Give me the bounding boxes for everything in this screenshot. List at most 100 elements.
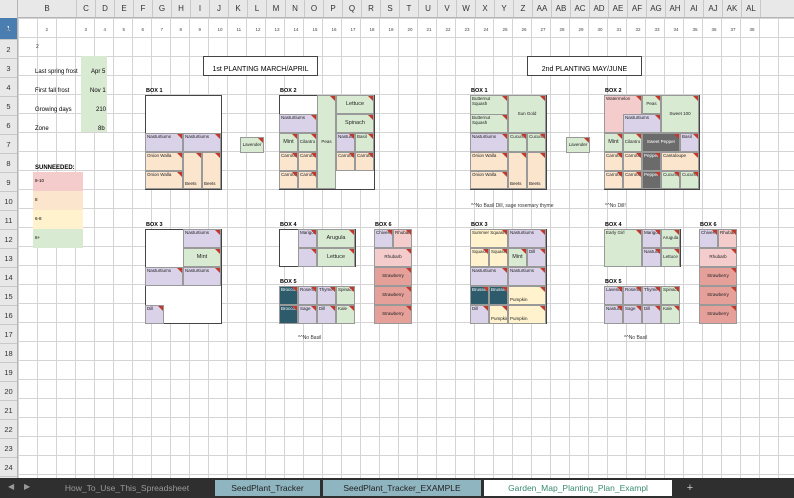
brussels-cell: Brussels xyxy=(489,286,508,305)
row-header-13[interactable]: 13 xyxy=(0,249,17,268)
column-header-AJ[interactable]: AJ xyxy=(704,0,723,17)
column-header-I[interactable]: I xyxy=(191,0,210,17)
column-header-AE[interactable]: AE xyxy=(609,0,628,17)
tab-how-to-use[interactable]: How_To_Use_This_Spreadsheet xyxy=(42,480,212,496)
row-header-11[interactable]: 11 xyxy=(0,211,17,230)
row-header-17[interactable]: 17 xyxy=(0,325,17,344)
p2-box2-note: ^^No Dill! xyxy=(605,203,626,209)
nasturtiums-cell: Nasturtiums xyxy=(604,305,623,324)
carrots-cell: Carrots xyxy=(604,152,623,171)
column-header-N[interactable]: N xyxy=(286,0,305,17)
row1-number: 35 xyxy=(692,27,698,32)
column-header-Q[interactable]: Q xyxy=(343,0,362,17)
row-headers: 1234567891011121314151617181920212223242… xyxy=(0,0,18,478)
column-header-AH[interactable]: AH xyxy=(666,0,685,17)
column-header-E[interactable]: E xyxy=(115,0,134,17)
column-header-AD[interactable]: AD xyxy=(590,0,609,17)
row-header-20[interactable]: 20 xyxy=(0,382,17,401)
column-header-V[interactable]: V xyxy=(438,0,457,17)
column-header-AI[interactable]: AI xyxy=(685,0,704,17)
row-header-18[interactable]: 18 xyxy=(0,344,17,363)
cilantro-cell: Cilantro xyxy=(623,133,642,152)
column-header-AL[interactable]: AL xyxy=(742,0,761,17)
tab-garden-map[interactable]: Garden_Map_Planting_Plan_Exampl xyxy=(484,480,672,496)
row-header-23[interactable]: 23 xyxy=(0,439,17,458)
column-header-O[interactable]: O xyxy=(305,0,324,17)
mint-cell: Mint xyxy=(183,248,221,267)
column-header-AA[interactable]: AA xyxy=(533,0,552,17)
column-header-AK[interactable]: AK xyxy=(723,0,742,17)
column-header-AF[interactable]: AF xyxy=(628,0,647,17)
basil-cell: Basil xyxy=(680,133,699,152)
tab-seedplant-tracker[interactable]: SeedPlant_Tracker xyxy=(215,480,320,496)
row-header-2[interactable]: 2 xyxy=(0,40,17,59)
onion-cell: Onion Walla xyxy=(470,171,508,189)
row-header-19[interactable]: 19 xyxy=(0,363,17,382)
column-header-B[interactable]: B xyxy=(18,0,77,17)
column-header-C[interactable]: C xyxy=(77,0,96,17)
column-header-L[interactable]: L xyxy=(248,0,267,17)
scroll-left-icon[interactable]: ◀ xyxy=(8,482,14,491)
column-header-K[interactable]: K xyxy=(229,0,248,17)
column-header-AG[interactable]: AG xyxy=(647,0,666,17)
onion-cell: Onion Walla xyxy=(145,171,183,189)
spreadsheet-grid[interactable]: ABCDEFGHIJKLMNOPQRSTUVWXYZAAABACADAEAFAG… xyxy=(0,0,794,478)
row-header-4[interactable]: 4 xyxy=(0,78,17,97)
rosemary-cell: Rosemary xyxy=(298,286,317,305)
row-header-12[interactable]: 12 xyxy=(0,230,17,249)
carrots-cell: Carrots xyxy=(604,171,623,189)
row-header-9[interactable]: 9 xyxy=(0,173,17,192)
spinach-cell: Spinach xyxy=(661,286,680,305)
row1-number: 10 xyxy=(217,27,223,32)
lavender-cell: Lavender xyxy=(604,286,623,305)
row-header-24[interactable]: 24 xyxy=(0,458,17,477)
column-header-W[interactable]: W xyxy=(457,0,476,17)
column-header-P[interactable]: P xyxy=(324,0,343,17)
sun-level-2: 6-8 xyxy=(33,210,83,229)
column-header-U[interactable]: U xyxy=(419,0,438,17)
column-header-AB[interactable]: AB xyxy=(552,0,571,17)
row-header-21[interactable]: 21 xyxy=(0,401,17,420)
row-header-8[interactable]: 8 xyxy=(0,154,17,173)
zone-label: Zone xyxy=(35,126,49,132)
row-header-5[interactable]: 5 xyxy=(0,97,17,116)
row-header-22[interactable]: 22 xyxy=(0,420,17,439)
row1-number: 5 xyxy=(122,27,126,32)
column-header-X[interactable]: X xyxy=(476,0,495,17)
column-header-T[interactable]: T xyxy=(400,0,419,17)
column-header-S[interactable]: S xyxy=(381,0,400,17)
chives-cell: Chives xyxy=(699,229,718,248)
sun-level-1: 8 xyxy=(33,191,83,210)
butternut-cell: Butternut Squash xyxy=(470,114,508,133)
column-header-Y[interactable]: Y xyxy=(495,0,514,17)
column-header-D[interactable]: D xyxy=(96,0,115,17)
column-header-R[interactable]: R xyxy=(362,0,381,17)
column-header-F[interactable]: F xyxy=(134,0,153,17)
row-header-7[interactable]: 7 xyxy=(0,135,17,154)
column-header-G[interactable]: G xyxy=(153,0,172,17)
row1-number: 23 xyxy=(464,27,470,32)
add-sheet-button[interactable]: + xyxy=(680,480,700,496)
carrots-cell: Carrots xyxy=(298,171,317,189)
cilantro-cell: Cilantro xyxy=(298,133,317,152)
column-header-Z[interactable]: Z xyxy=(514,0,533,17)
nasturtiums-cell: Nasturtiums xyxy=(145,267,183,286)
column-header-J[interactable]: J xyxy=(210,0,229,17)
sheet-tab-bar: ◀ ▶ How_To_Use_This_Spreadsheet SeedPlan… xyxy=(0,478,794,498)
row1-number: 7 xyxy=(160,27,164,32)
row-header-3[interactable]: 3 xyxy=(0,59,17,78)
tab-seedplant-tracker-example[interactable]: SeedPlant_Tracker_EXAMPLE xyxy=(323,480,481,496)
mint-cell: Mint xyxy=(604,133,623,152)
column-header-AC[interactable]: AC xyxy=(571,0,590,17)
row-header-15[interactable]: 15 xyxy=(0,287,17,306)
spinach-cell: Spinach xyxy=(336,286,355,305)
column-header-M[interactable]: M xyxy=(267,0,286,17)
scroll-right-icon[interactable]: ▶ xyxy=(24,482,30,491)
row-header-10[interactable]: 10 xyxy=(0,192,17,211)
row1-number: 15 xyxy=(312,27,318,32)
row-header-14[interactable]: 14 xyxy=(0,268,17,287)
sungold-cell: Sun Gold xyxy=(508,95,546,133)
column-header-H[interactable]: H xyxy=(172,0,191,17)
row-header-16[interactable]: 16 xyxy=(0,306,17,325)
row-header-6[interactable]: 6 xyxy=(0,116,17,135)
